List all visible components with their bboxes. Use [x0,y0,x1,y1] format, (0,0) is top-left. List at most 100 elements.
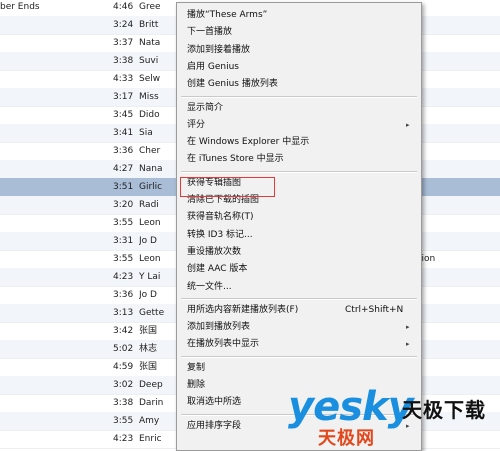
menu-item-label: 添加到接着播放 [187,44,251,55]
song-time-cell: 3:37 [113,38,134,48]
yesky-site-text: 天极网 [318,428,375,449]
menu-item-label: 统一文件... [187,281,232,292]
submenu-arrow-icon: ▸ [406,120,410,129]
song-time-cell: 3:36 [113,290,134,300]
song-time-cell: 3:51 [113,182,134,192]
song-artist-cell: Nana [139,164,163,174]
song-time-cell: 4:33 [113,74,134,84]
song-extra-cell: tion [418,254,436,264]
menu-item-label: 启用 Genius [187,61,239,72]
menu-separator [181,95,417,98]
song-artist-cell: Miss [139,92,159,102]
song-artist-cell: Sia [139,128,153,138]
menu-item-label: 清除已下载的插图 [187,195,260,205]
song-time-cell: 3:20 [113,200,134,210]
menu-item[interactable]: 获得专辑插图 [177,175,421,192]
menu-separator [181,170,417,173]
song-artist-cell: Deep [139,380,163,390]
menu-item-label: 显示简介 [187,102,224,113]
song-time-cell: 3:38 [113,398,134,408]
menu-item[interactable]: 复制 [177,360,421,377]
song-time-cell: 3:38 [113,56,134,66]
menu-item-label: 取消选中所选 [187,397,242,408]
song-artist-cell: 张国 [139,326,158,336]
menu-item[interactable]: 播放“These Arms” [177,7,421,24]
song-time-cell: 4:23 [113,272,134,282]
song-artist-cell: Britt [139,20,159,30]
menu-item[interactable]: 在 Windows Explorer 中显示 [177,134,421,151]
menu-item[interactable]: 获得音轨名称(T) [177,209,421,226]
song-time-cell: 3:24 [113,20,134,30]
yesky-logo-text: yesky [288,384,414,430]
yesky-download-text: 天极下载 [402,398,486,422]
song-artist-cell: Darin [139,398,164,408]
song-artist-cell: Dido [139,110,160,120]
menu-item[interactable]: 添加到播放列表 ▸ [177,319,421,336]
menu-item[interactable]: 在播放列表中显示 ▸ [177,336,421,353]
song-artist-cell: 张国 [139,362,158,372]
song-time-cell: 3:55 [113,254,134,264]
song-artist-cell: Leon [139,254,161,264]
menu-item-label: 获得专辑插图 [187,177,242,188]
song-time-cell: 3:31 [113,236,134,246]
menu-item-shortcut: Ctrl+Shift+N [345,304,404,315]
menu-item[interactable]: 评分 ▸ [177,117,421,134]
menu-item[interactable]: 启用 Genius [177,59,421,76]
menu-item[interactable]: 下一首播放 [177,24,421,41]
song-artist-cell: Y Lai [139,272,161,282]
song-artist-cell: Selw [139,74,161,84]
song-artist-cell: Cher [139,146,161,156]
song-artist-cell: Amy [139,416,160,426]
song-artist-cell: Enric [139,434,162,444]
menu-item-label: 在播放列表中显示 [187,339,260,350]
menu-item-label: 用所选内容新建播放列表(F) [187,304,299,315]
song-artist-cell: Jo D [139,290,157,300]
menu-separator [181,355,417,358]
menu-item[interactable]: 显示简介 [177,100,421,117]
submenu-arrow-icon: ▸ [406,340,410,349]
menu-item-label: 复制 [187,362,206,373]
menu-item[interactable]: 用所选内容新建播放列表(F) Ctrl+Shift+N [177,302,421,319]
song-time-cell: 3:17 [113,92,134,102]
song-name-cell: ber Ends [0,2,40,12]
song-time-cell: 3:41 [113,128,134,138]
song-time-cell: 3:45 [113,110,134,120]
menu-separator [181,297,417,300]
song-time-cell: 3:36 [113,146,134,156]
song-artist-cell: 林志 [139,344,158,354]
song-time-cell: 4:59 [113,362,134,372]
song-time-cell: 3:55 [113,416,134,426]
menu-item-label: 评分 [187,119,206,130]
song-artist-cell: Radi [139,200,159,210]
menu-item-label: 播放“These Arms” [187,10,268,20]
menu-item[interactable]: 转换 ID3 标记... [177,227,421,244]
menu-item[interactable]: 重设播放次数 [177,244,421,261]
menu-item[interactable]: 添加到接着播放 [177,42,421,59]
song-time-cell: 5:02 [113,344,134,354]
menu-item-label: 在 Windows Explorer 中显示 [187,137,310,148]
song-time-cell: 4:46 [113,2,134,12]
song-time-cell: 3:13 [113,308,134,318]
menu-item-label: 创建 AAC 版本 [187,264,248,275]
menu-item[interactable]: 在 iTunes Store 中显示 [177,151,421,168]
song-artist-cell: Jo D [139,236,157,246]
yesky-watermark: yesky 天极下载 天极网 [288,384,498,449]
menu-item[interactable]: 创建 AAC 版本 [177,261,421,278]
menu-item-label: 下一首播放 [187,27,233,38]
menu-item[interactable]: 统一文件... [177,279,421,296]
menu-item[interactable]: 创建 Genius 播放列表 [177,76,421,93]
menu-item-label: 应用排序字段 [187,420,242,431]
song-artist-cell: Leon [139,218,161,228]
menu-item-label: 添加到播放列表 [187,322,251,333]
song-time-cell: 4:27 [113,164,134,174]
submenu-arrow-icon: ▸ [406,323,410,332]
song-time-cell: 3:02 [113,380,134,390]
menu-item-label: 转换 ID3 标记... [187,229,253,240]
song-artist-cell: Gree [139,2,161,12]
menu-item-label: 在 iTunes Store 中显示 [187,154,284,165]
song-artist-cell: Gette [139,308,165,318]
menu-item[interactable]: 清除已下载的插图 [177,192,421,209]
song-artist-cell: Nata [139,38,161,48]
menu-item-label: 重设播放次数 [187,246,242,257]
song-artist-cell: Girlic [139,182,163,192]
